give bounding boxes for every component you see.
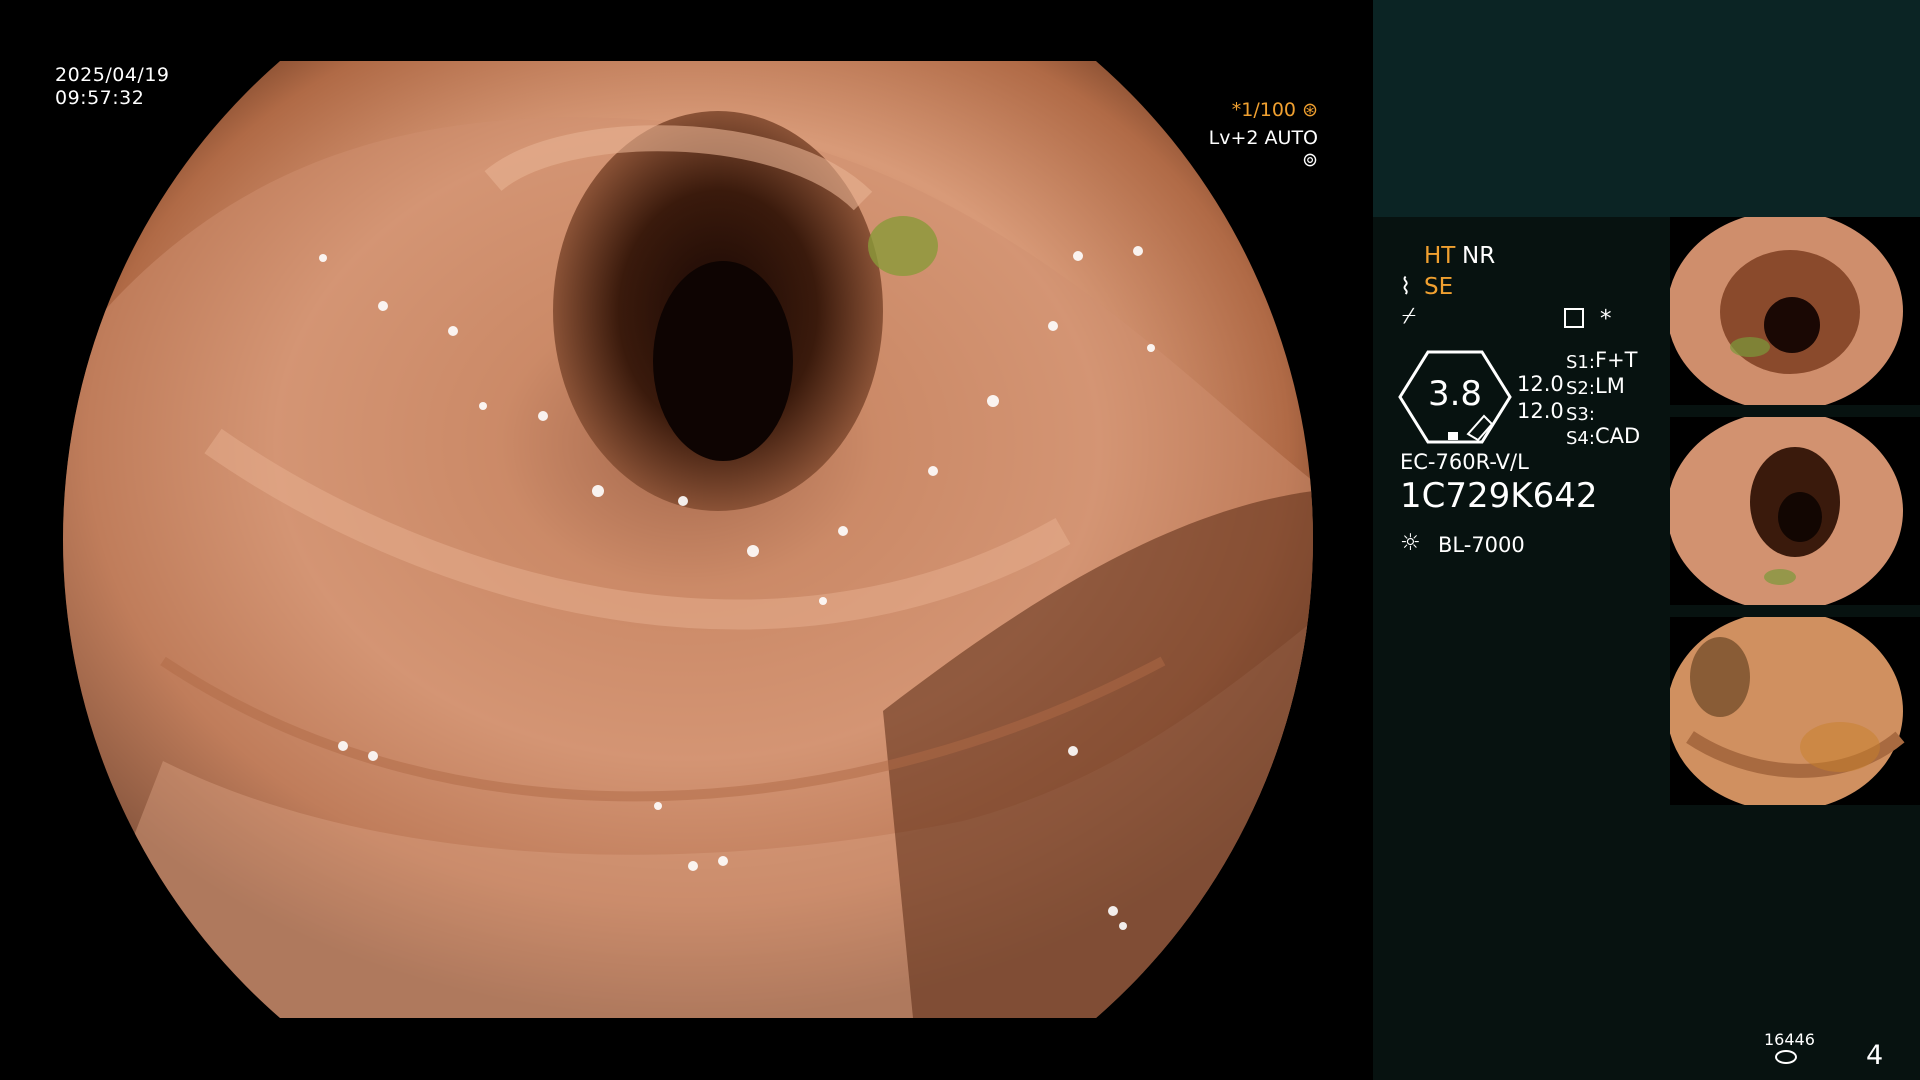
light-source: BL-7000 [1438,533,1525,557]
date-text: 2025/04/19 [55,64,170,86]
enhancement-level: Lv+2 AUTO ⊚ [1194,127,1318,171]
menu-icon [1564,308,1584,328]
thumbnail-3[interactable] [1670,617,1920,805]
capture-count: 16446 [1764,1030,1815,1049]
auto-icon: ⊚ [1302,149,1318,171]
s2-label: S2: [1566,378,1595,399]
info-panel-header [1373,0,1920,217]
scope-serial: 1C729K642 [1400,476,1598,516]
image-number: 4 [1866,1040,1884,1071]
s4-value: CAD [1595,424,1641,448]
s1-label: S1: [1566,352,1595,373]
storage-icon [1775,1050,1797,1064]
time-text: 09:57:32 [55,87,145,109]
aperture-icon: ⊛ [1302,99,1318,121]
thumbnail-2[interactable] [1670,417,1920,605]
thumbnail-1[interactable] [1670,217,1920,405]
ht-label: HT [1424,243,1456,269]
value-2: 12.0 [1517,399,1564,423]
s2-value: LM [1595,374,1625,398]
freeze-icon: ⌿ [1402,303,1416,329]
scope-model: EC-760R-V/L [1400,450,1529,474]
value-1: 12.0 [1517,372,1564,396]
nr-label: NR [1462,243,1496,269]
zoom-value: 3.8 [1427,374,1483,414]
shutter-speed: *1/100 ⊛ [1194,99,1318,121]
s1-value: F+T [1595,348,1638,372]
date-time: 2025/04/19 09:57:32 [55,64,170,110]
s3-label: S3: [1566,404,1595,425]
scope-mode-icon: ⌇ [1400,274,1412,300]
light-source-icon: ☼ [1400,530,1421,556]
star-label: * [1600,306,1612,332]
se-label: SE [1424,274,1454,300]
s4-label: S4: [1566,428,1595,449]
enhancement-text: Lv+2 AUTO [1208,127,1318,149]
shutter-text: *1/100 [1231,99,1297,121]
endoscopic-image [63,61,1313,1018]
